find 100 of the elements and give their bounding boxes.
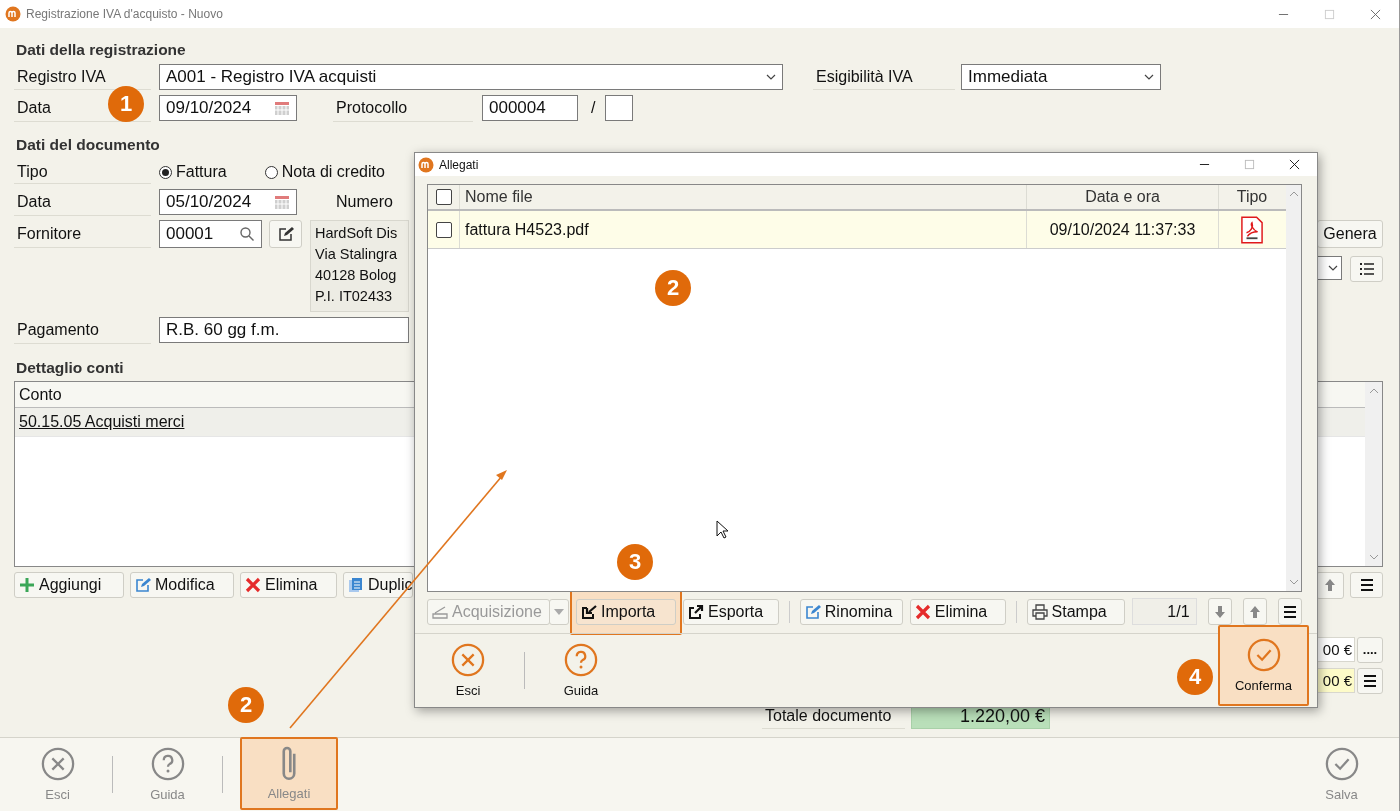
- suffix-field[interactable]: [605, 95, 634, 121]
- calendar-icon: [274, 100, 290, 116]
- column-header[interactable]: Data e ora: [1027, 185, 1219, 209]
- toolbar-button[interactable]: Elimina: [909, 598, 1006, 625]
- edit-button[interactable]: [269, 220, 302, 248]
- chevron-icon: [1328, 265, 1338, 271]
- close-icon: [451, 643, 485, 677]
- checkmark-icon: [1324, 747, 1359, 781]
- file-name: fattura H4523.pdf: [465, 220, 589, 239]
- scroll-down-icon: [1368, 554, 1379, 560]
- field-label: Esigibilità IVA: [813, 64, 955, 90]
- move-up-button[interactable]: [1242, 598, 1267, 625]
- delete-icon: [914, 603, 931, 620]
- dropdown-field[interactable]: [1317, 256, 1342, 280]
- menu-icon: [1281, 603, 1298, 620]
- address-line: P.I. IT02433: [315, 287, 393, 306]
- toolbar-button[interactable]: Duplic: [343, 572, 413, 598]
- address-line: Via Stalingra: [315, 245, 397, 264]
- menu-icon: [1362, 672, 1378, 689]
- radio-option[interactable]: Nota di credito: [264, 163, 385, 181]
- field-label: Numero: [335, 192, 394, 212]
- paperclip-icon: [281, 746, 297, 780]
- window-title: Registrazione IVA d'acquisto - Nuovo: [26, 7, 223, 21]
- edit-icon: [277, 226, 294, 242]
- page-indicator: 1/1: [1131, 598, 1197, 625]
- field-label: Tipo: [14, 160, 151, 184]
- move-down-button[interactable]: [1207, 598, 1232, 625]
- toolbar-button[interactable]: Rinomina: [799, 598, 903, 625]
- supplier-field[interactable]: 00001: [159, 220, 262, 248]
- pdf-file-icon: [1241, 215, 1263, 244]
- payment-field[interactable]: R.B. 60 gg f.m.: [159, 317, 409, 343]
- caret-icon: [554, 608, 564, 615]
- dialog-title: Allegati: [439, 157, 479, 172]
- address-line: 40128 Bolog: [315, 266, 397, 285]
- separator-text: /: [591, 99, 596, 117]
- menu-button[interactable]: [1277, 598, 1303, 625]
- section-heading: Dati della registrazione: [16, 42, 187, 58]
- footer-button[interactable]: Conferma: [1218, 625, 1309, 706]
- vat-select[interactable]: Immediata: [961, 64, 1161, 90]
- toolbar-button[interactable]: Elimina: [240, 572, 337, 598]
- checkmark-icon: [1246, 638, 1281, 672]
- app-logo-icon: [418, 156, 434, 173]
- scrollbar[interactable]: [1286, 185, 1301, 591]
- address-line: HardSoft Dis: [315, 224, 398, 243]
- select-all-checkbox[interactable]: [435, 189, 452, 205]
- arrow-up-icon: [1322, 577, 1338, 593]
- step-badge: 2: [228, 687, 264, 723]
- list-button[interactable]: [1350, 256, 1383, 282]
- register-select[interactable]: A001 - Registro IVA acquisti: [159, 64, 783, 90]
- amount-field: 00 €: [1317, 637, 1355, 662]
- file-date: 09/10/2024 11:37:33: [1049, 220, 1196, 239]
- scroll-up-icon: [1288, 191, 1299, 197]
- protocol-field[interactable]: 000004: [482, 95, 578, 121]
- field-label: Data: [14, 188, 151, 216]
- toolbar-button[interactable]: Modifica: [130, 572, 234, 598]
- radio-option[interactable]: Fattura: [159, 163, 227, 181]
- column-header[interactable]: Nome file: [460, 185, 1027, 209]
- calendar-icon: [274, 194, 290, 210]
- section-heading: Dati del documento: [16, 137, 161, 153]
- help-icon: [564, 643, 598, 677]
- row-checkbox[interactable]: [435, 221, 452, 238]
- delete-icon: [245, 577, 261, 593]
- import-icon: [581, 603, 597, 620]
- step-badge: 1: [108, 86, 144, 122]
- section-heading: Dettaglio conti: [16, 360, 125, 376]
- edit-icon: [135, 577, 151, 593]
- app-logo-icon: [5, 6, 21, 22]
- close-icon[interactable]: [1289, 159, 1300, 170]
- list-icon: [1358, 261, 1375, 277]
- edit-icon: [804, 603, 821, 620]
- footer-button[interactable]: Guida: [553, 634, 609, 707]
- amount-field: 00 €: [1317, 668, 1355, 693]
- help-icon: [150, 747, 185, 781]
- scroll-down-icon: [1288, 579, 1299, 585]
- field-label: Protocollo: [333, 94, 473, 122]
- toolbar-button[interactable]: Aggiungi: [14, 572, 124, 598]
- toolbar-button[interactable]: Importa: [576, 598, 676, 625]
- search-icon: [239, 226, 255, 242]
- plus-icon: [19, 577, 35, 593]
- menu-button[interactable]: [1357, 667, 1383, 694]
- menu-icon: [1358, 577, 1375, 593]
- move-up-button[interactable]: [1316, 571, 1344, 599]
- file-row[interactable]: fattura H4523.pdf 09/10/2024 11:37:33: [428, 211, 1286, 249]
- toolbar-button[interactable]: Esporta: [683, 598, 779, 625]
- footer-button[interactable]: Esci: [440, 634, 496, 707]
- chevron-icon: [1144, 74, 1154, 80]
- menu-button[interactable]: [1350, 572, 1383, 598]
- column-header[interactable]: Tipo: [1219, 185, 1285, 209]
- generate-button[interactable]: Genera: [1317, 220, 1383, 248]
- toolbar-button[interactable]: Stampa: [1026, 598, 1125, 625]
- date-field[interactable]: 05/10/2024: [159, 189, 297, 215]
- scrollbar[interactable]: [1365, 382, 1382, 566]
- column-header: Conto: [18, 385, 62, 404]
- export-icon: [688, 603, 704, 620]
- print-icon: [1031, 603, 1048, 620]
- more-button[interactable]: ....: [1357, 636, 1383, 663]
- date-field[interactable]: 09/10/2024: [159, 95, 297, 121]
- field-label: Pagamento: [14, 316, 151, 344]
- field-label: Fornitore: [14, 220, 151, 248]
- chevron-icon: [766, 74, 776, 80]
